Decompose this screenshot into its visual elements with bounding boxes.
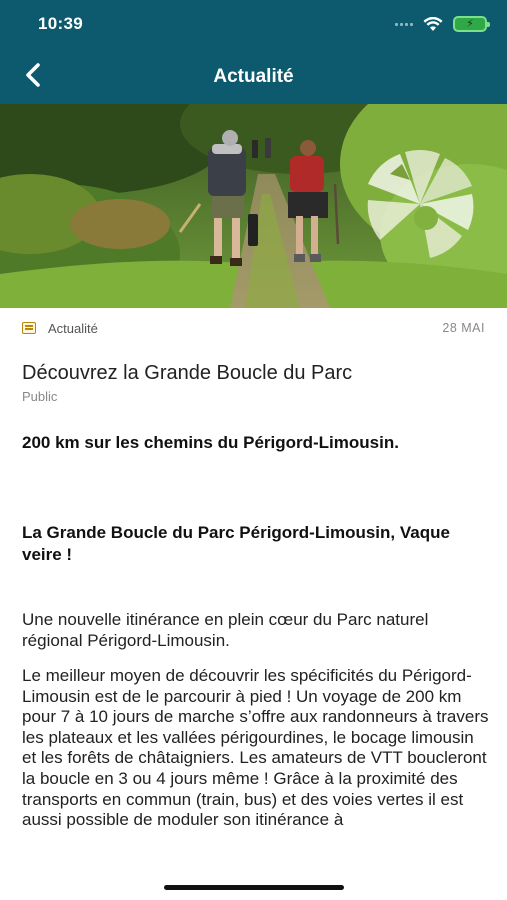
article-paragraph-2: Le meilleur moyen de découvrir les spéci…: [22, 666, 489, 830]
battery-charging-icon: ⚡: [453, 16, 490, 32]
signal-icon: [395, 22, 413, 26]
article-date: 28 MAI: [442, 321, 485, 335]
hero-photo: [0, 104, 507, 308]
article-category: Actualité: [48, 320, 98, 336]
home-indicator[interactable]: [164, 885, 344, 890]
article-subtitle-2: La Grande Boucle du Parc Périgord-Limous…: [22, 523, 450, 564]
article-meta: Actualité 28 MAI: [22, 318, 485, 338]
article-audience: Public: [22, 389, 58, 404]
status-time: 10:39: [38, 14, 83, 33]
article-subtitle-1: 200 km sur les chemins du Périgord-Limou…: [22, 433, 399, 452]
article-title: Découvrez la Grande Boucle du Parc: [22, 362, 353, 384]
wifi-icon: [423, 16, 443, 31]
status-icons: ⚡: [395, 16, 490, 32]
article-paragraph-1: Une nouvelle itinérance en plein cœur du…: [22, 610, 429, 650]
newspaper-icon: [22, 322, 36, 334]
page-title: Actualité: [213, 66, 294, 87]
app-header: 10:39 ⚡ Actualité: [0, 0, 507, 104]
